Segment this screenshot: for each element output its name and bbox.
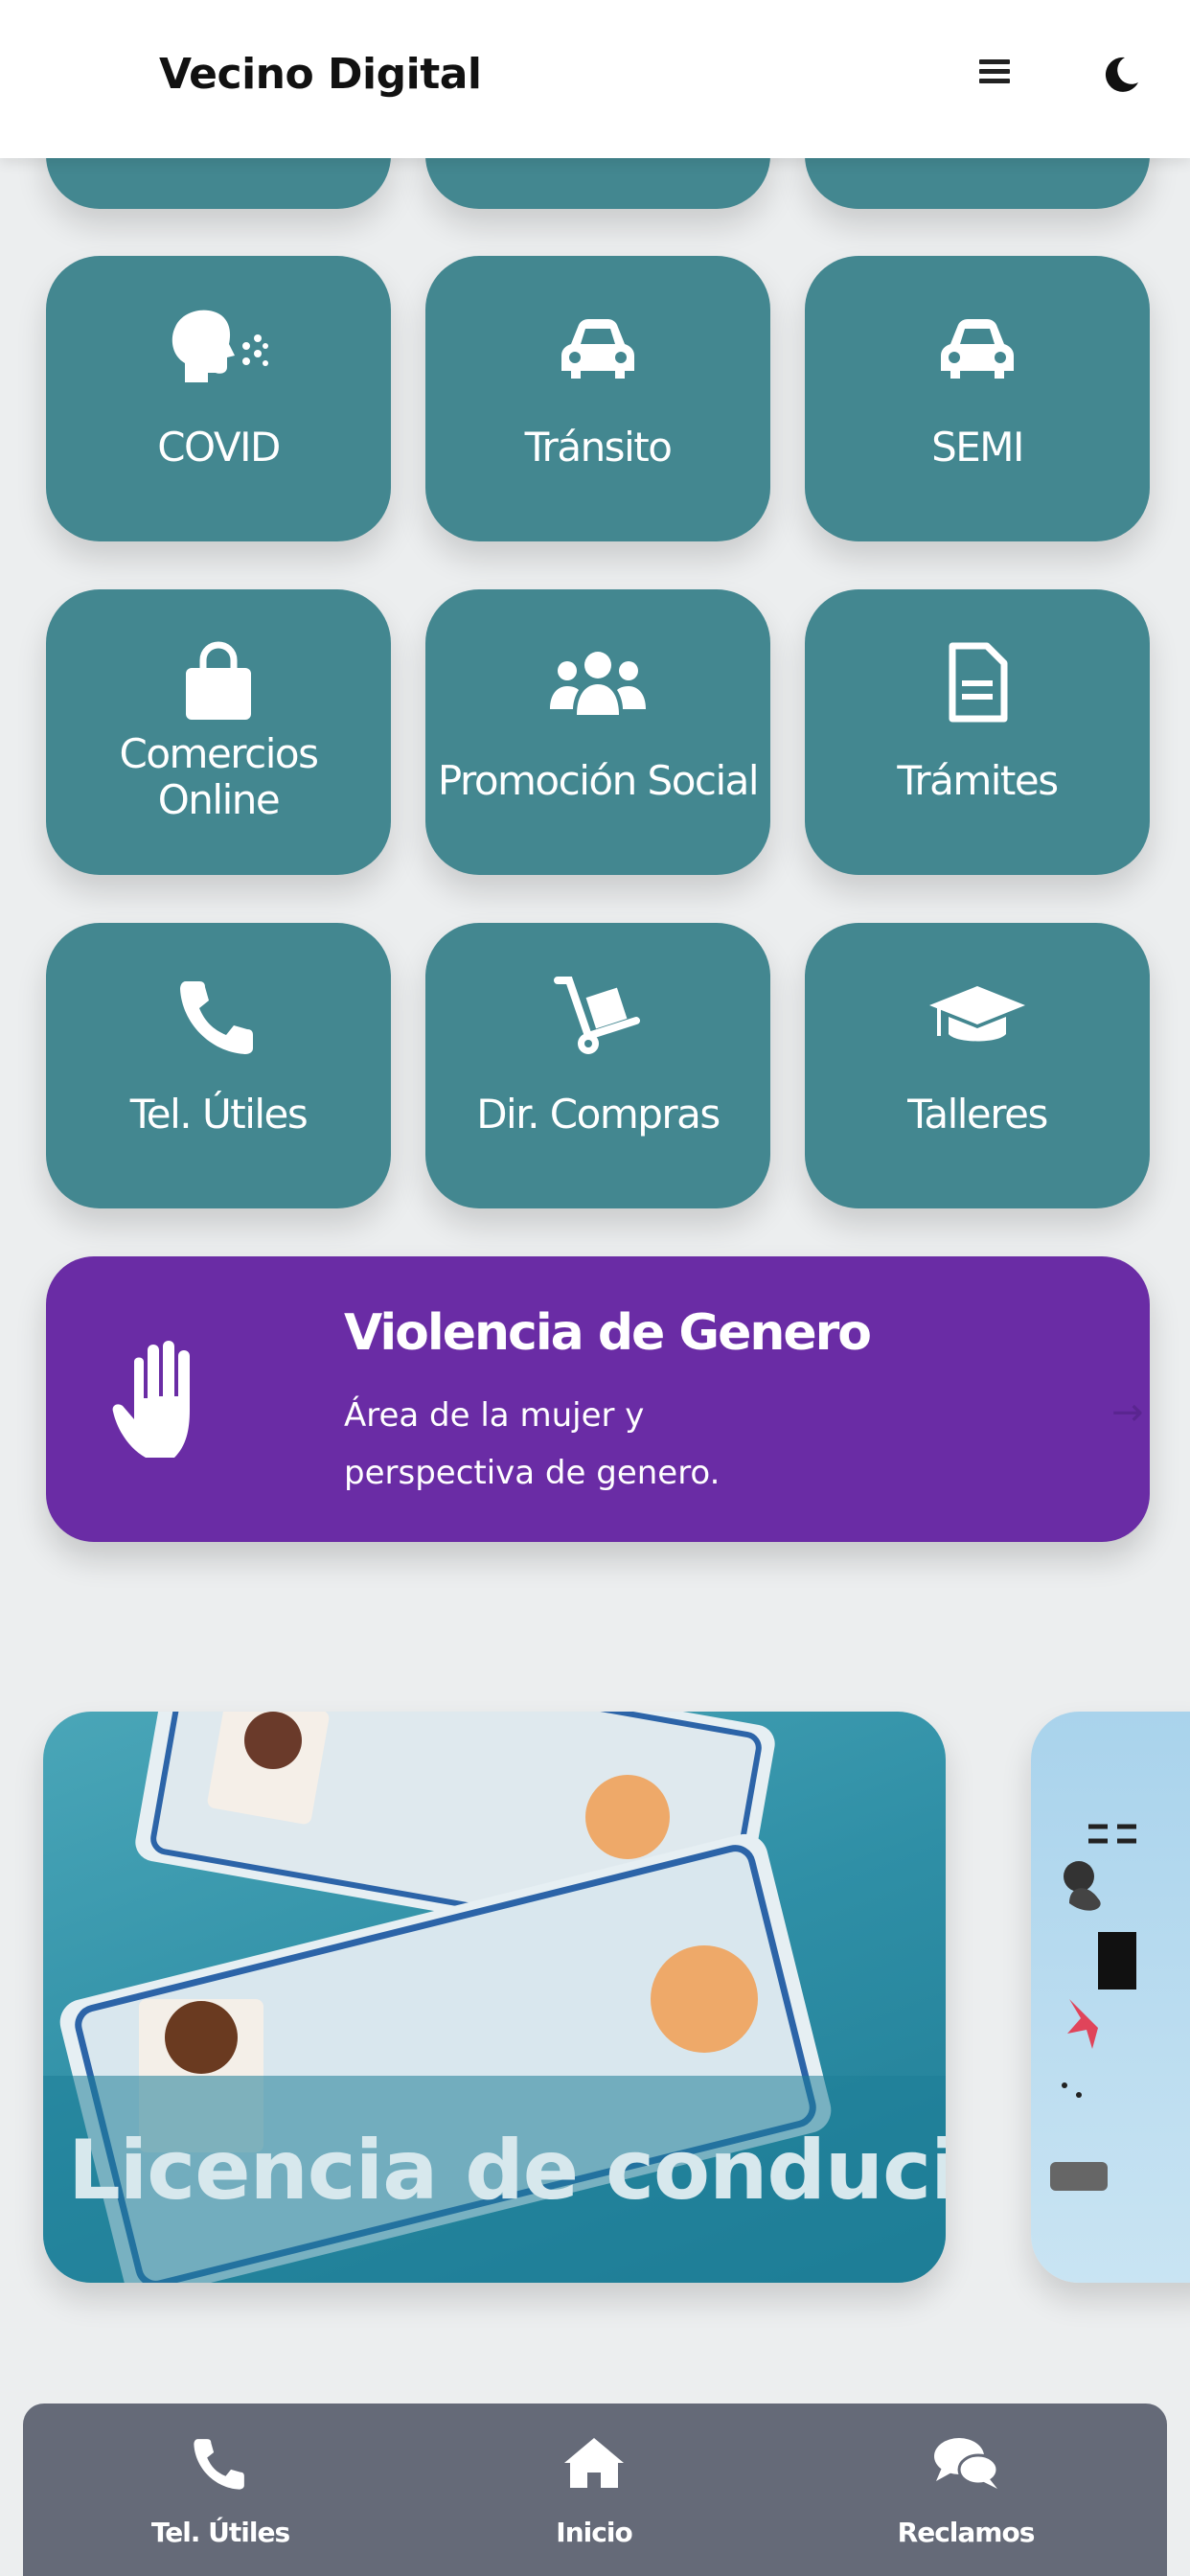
card-title: Licencia de conducir — [68, 2123, 946, 2219]
carousel-card-licencia[interactable]: Licencia de conducir — [43, 1712, 946, 2283]
carousel-card-next[interactable] — [1031, 1712, 1190, 2283]
nav-tel-utiles[interactable]: Tel. Útiles — [77, 2404, 364, 2576]
users-icon — [425, 639, 770, 725]
car-icon — [425, 306, 770, 392]
tile-talleres[interactable]: Talleres — [805, 923, 1150, 1208]
arrow-right-icon: → — [1111, 1391, 1144, 1435]
app-title: Vecino Digital — [159, 50, 482, 99]
tile-comercios-online[interactable]: Comercios Online — [46, 589, 391, 875]
tile-dir-compras[interactable]: Dir. Compras — [425, 923, 770, 1208]
cough-icon — [46, 306, 391, 392]
tile-label: Dir. Compras — [476, 1091, 721, 1138]
nav-label: Tel. Útiles — [150, 2517, 290, 2548]
banner-title: Violencia de Genero — [344, 1304, 872, 1362]
car-icon — [805, 306, 1150, 392]
violencia-genero-banner[interactable]: Violencia de Genero Área de la mujer y p… — [46, 1256, 1150, 1542]
next-card-illustration — [1050, 1824, 1136, 2191]
phone-icon — [77, 2432, 364, 2494]
moon-icon[interactable] — [1100, 54, 1142, 96]
tile-label: Comercios Online — [119, 730, 319, 823]
tile-label: Promoción Social — [437, 757, 760, 804]
nav-label: Inicio — [556, 2517, 632, 2548]
nav-label: Reclamos — [897, 2517, 1036, 2548]
tile-label: Tel. Útiles — [129, 1091, 309, 1138]
tile-label: COVID — [157, 424, 281, 471]
home-icon — [450, 2432, 738, 2494]
dolly-icon — [425, 973, 770, 1059]
hamburger-icon[interactable] — [975, 56, 1014, 94]
shopping-bag-icon — [46, 639, 391, 725]
phone-icon — [46, 973, 391, 1059]
tile-tramites[interactable]: Trámites — [805, 589, 1150, 875]
bottom-nav: Tel. Útiles Inicio Reclamos — [23, 2404, 1167, 2576]
tile-label: Tránsito — [524, 424, 673, 471]
document-icon — [805, 639, 1150, 725]
comments-icon — [822, 2432, 1110, 2494]
nav-inicio[interactable]: Inicio — [450, 2404, 738, 2576]
nav-reclamos[interactable]: Reclamos — [822, 2404, 1110, 2576]
tile-label: Talleres — [907, 1091, 1048, 1138]
tile-label: Trámites — [897, 757, 1059, 804]
tile-semi[interactable]: SEMI — [805, 256, 1150, 541]
graduation-cap-icon — [805, 973, 1150, 1059]
tile-tel-utiles[interactable]: Tel. Útiles — [46, 923, 391, 1208]
top-bar: Vecino Digital — [0, 0, 1190, 158]
tile-promocion-social[interactable]: Promoción Social — [425, 589, 770, 875]
banner-description: Área de la mujer y perspectiva de genero… — [344, 1396, 721, 1492]
tile-transito[interactable]: Tránsito — [425, 256, 770, 541]
tile-label: SEMI — [931, 424, 1024, 471]
tile-covid[interactable]: COVID — [46, 256, 391, 541]
hand-icon — [109, 1339, 220, 1465]
